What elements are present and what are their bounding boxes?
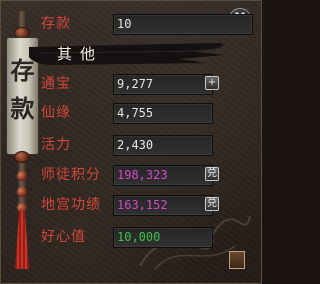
row-label: 好心值	[41, 229, 86, 245]
row-value: 10,000	[113, 227, 213, 248]
row-label: 仙缘	[41, 105, 71, 121]
exchange-icon[interactable]: 兑	[205, 197, 219, 211]
scroll-bottom-knob	[14, 151, 30, 163]
tab-other-label: 其他	[57, 45, 104, 63]
row-label: 师徒积分	[41, 167, 101, 183]
exchange-icon[interactable]: 兑	[205, 167, 219, 181]
tab-other[interactable]: 其他	[29, 39, 229, 69]
scroll-tassel	[15, 211, 29, 269]
deposit-label: 存款	[41, 16, 71, 32]
deposit-panel: 存 款 X 存款 10 其他 通宝 9,277 + 仙缘 4,755 活力 2,…	[0, 0, 262, 284]
seal-stamp	[229, 251, 245, 269]
row-value: 9,277	[113, 74, 213, 95]
row-value: 4,755	[113, 103, 213, 124]
row-label: 通宝	[41, 76, 71, 92]
scroll-bead	[17, 187, 27, 197]
scroll-bead	[17, 171, 27, 181]
row-value: 2,430	[113, 135, 213, 156]
row-value: 198,323	[113, 165, 213, 186]
row-label: 地宫功绩	[41, 197, 101, 213]
scroll-title-char-2: 款	[10, 94, 35, 123]
plus-icon[interactable]: +	[205, 76, 219, 90]
row-label: 活力	[41, 137, 71, 153]
row-value: 163,152	[113, 195, 213, 216]
deposit-field[interactable]: 10	[113, 14, 253, 35]
